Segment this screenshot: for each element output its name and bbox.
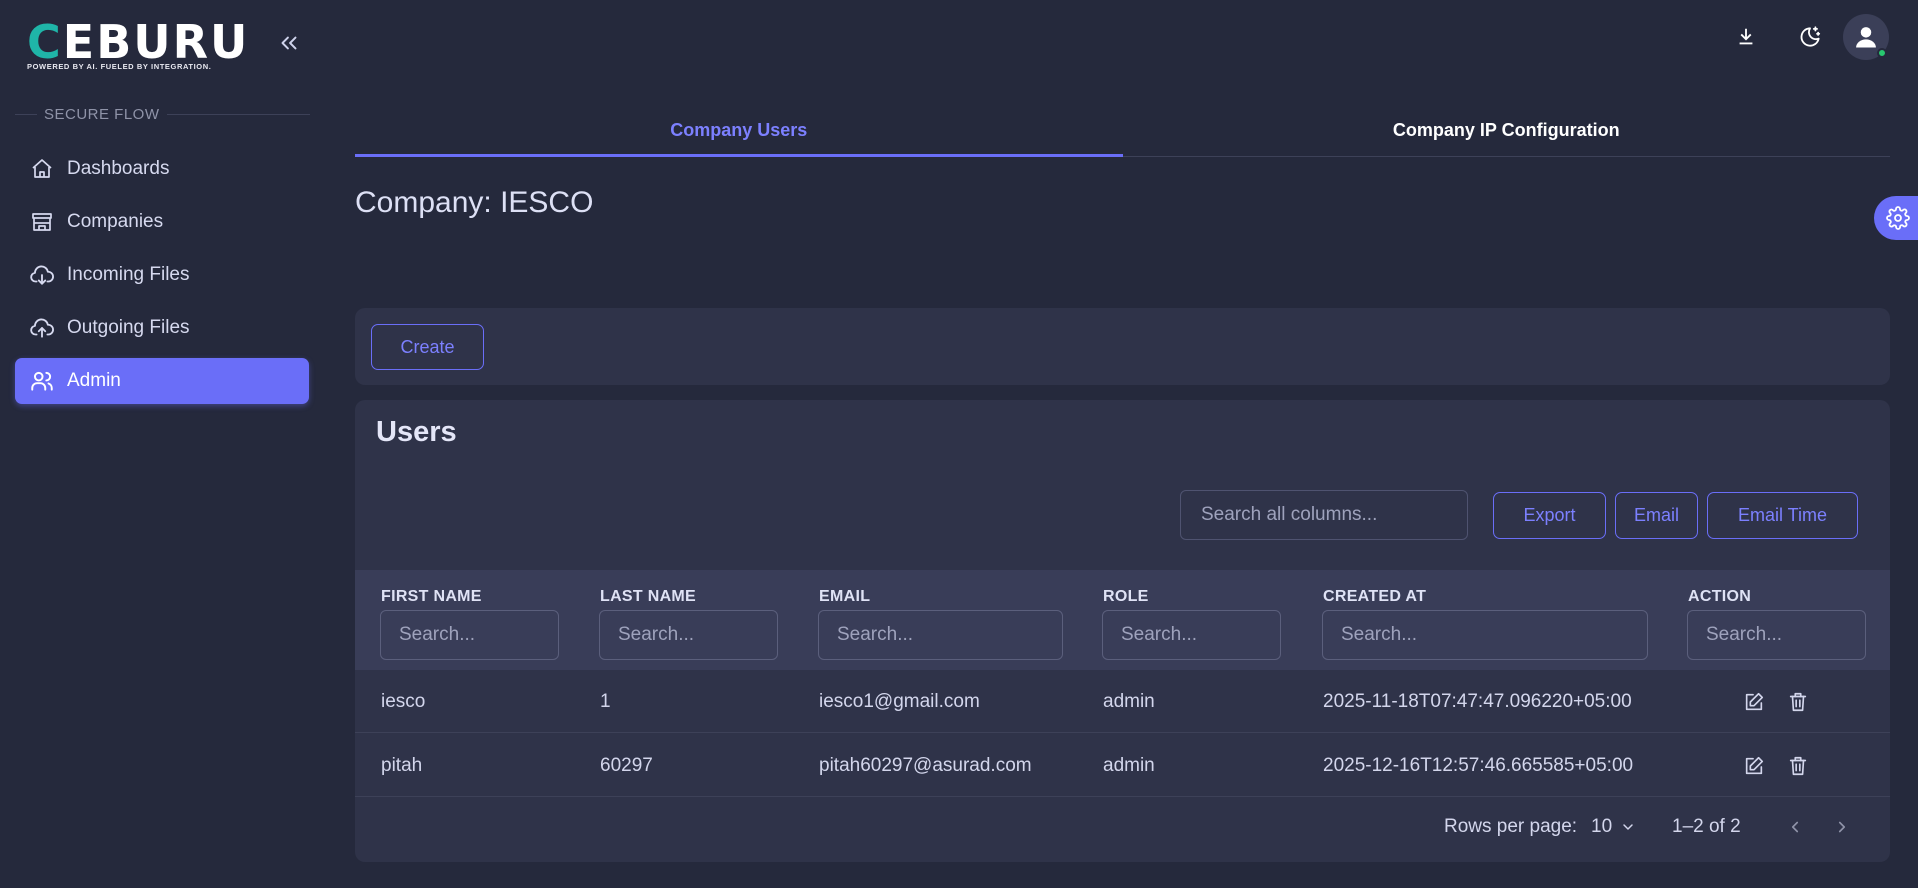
tab-company-ip-configuration[interactable]: Company IP Configuration	[1123, 112, 1891, 156]
search-all-columns-input[interactable]	[1180, 490, 1468, 540]
chevron-left-icon[interactable]	[1782, 814, 1808, 840]
export-button[interactable]: Export	[1493, 492, 1606, 539]
sidebar-item-label: Outgoing Files	[67, 317, 190, 338]
user-avatar[interactable]	[1843, 14, 1889, 60]
settings-gear-icon[interactable]	[1874, 196, 1918, 240]
cell-email: pitah60297@asurad.com	[819, 755, 1032, 776]
cell-first-name: iesco	[381, 691, 426, 712]
sidebar-nav: Dashboards Companies Incoming Files Outg…	[15, 146, 309, 411]
online-status-dot	[1877, 48, 1887, 58]
sidebar: CEBURU POWERED BY AI. FUELED BY INTEGRAT…	[0, 0, 318, 888]
sidebar-section-label: SECURE FLOW	[15, 106, 310, 123]
pagination-range: 1–2 of 2	[1672, 816, 1741, 837]
sidebar-item-admin[interactable]: Admin	[15, 358, 309, 404]
rows-per-page-select[interactable]: 10	[1591, 816, 1636, 838]
cloud-download-icon	[29, 262, 55, 288]
column-header-first-name[interactable]: FIRST NAME	[381, 588, 482, 606]
table-row: pitah 60297 pitah60297@asurad.com admin …	[355, 734, 1890, 797]
email-time-button[interactable]: Email Time	[1707, 492, 1858, 539]
cell-role: admin	[1103, 691, 1155, 712]
sidebar-item-companies[interactable]: Companies	[15, 199, 309, 245]
email-search-input[interactable]	[818, 610, 1063, 660]
create-card: Create	[355, 308, 1890, 385]
cell-created-at: 2025-11-18T07:47:47.096220+05:00	[1323, 691, 1632, 712]
trash-icon[interactable]	[1786, 690, 1810, 714]
trash-icon[interactable]	[1786, 754, 1810, 778]
sidebar-item-incoming-files[interactable]: Incoming Files	[15, 252, 309, 298]
column-header-role[interactable]: ROLE	[1103, 588, 1149, 606]
rows-per-page-label: Rows per page:	[1444, 816, 1578, 837]
users-card: Users Export Email Email Time FIRST NAME…	[355, 400, 1890, 862]
edit-icon[interactable]	[1742, 690, 1766, 714]
table-row: iesco 1 iesco1@gmail.com admin 2025-11-1…	[355, 670, 1890, 733]
sidebar-item-label: Companies	[67, 211, 164, 232]
cell-last-name: 1	[600, 691, 611, 712]
cloud-upload-icon	[29, 315, 55, 341]
rows-per-page-value: 10	[1591, 816, 1613, 837]
dark-mode-icon[interactable]	[1795, 22, 1825, 52]
column-header-email[interactable]: EMAIL	[819, 588, 870, 606]
sidebar-item-label: Incoming Files	[67, 264, 190, 285]
cell-role: admin	[1103, 755, 1155, 776]
first-name-search-input[interactable]	[380, 610, 559, 660]
column-header-action: ACTION	[1688, 588, 1752, 605]
cell-email: iesco1@gmail.com	[819, 691, 980, 712]
home-icon	[29, 156, 55, 182]
sidebar-item-label: Admin	[67, 370, 121, 391]
role-search-input[interactable]	[1102, 610, 1281, 660]
download-icon[interactable]	[1731, 22, 1761, 52]
users-title: Users	[376, 416, 457, 448]
sidebar-item-outgoing-files[interactable]: Outgoing Files	[15, 305, 309, 351]
create-button[interactable]: Create	[371, 324, 484, 370]
table-pagination: Rows per page: 10 1–2 of 2	[355, 798, 1890, 854]
column-header-created-at[interactable]: CREATED AT	[1323, 588, 1426, 606]
collapse-sidebar-icon[interactable]	[276, 30, 302, 56]
edit-icon[interactable]	[1742, 754, 1766, 778]
cell-first-name: pitah	[381, 755, 423, 776]
table-header: FIRST NAME LAST NAME EMAIL ROLE CREATED …	[355, 570, 1890, 670]
users-icon	[29, 368, 55, 394]
store-icon	[29, 209, 55, 235]
created-at-search-input[interactable]	[1322, 610, 1648, 660]
ceburu-logo[interactable]: CEBURU POWERED BY AI. FUELED BY INTEGRAT…	[27, 15, 250, 71]
column-header-last-name[interactable]: LAST NAME	[600, 588, 696, 606]
cell-last-name: 60297	[600, 755, 653, 776]
tab-company-users[interactable]: Company Users	[355, 112, 1123, 157]
logo-wordmark: CEBURU	[27, 15, 250, 69]
page-title: Company: IESCO	[355, 186, 594, 219]
sidebar-item-label: Dashboards	[67, 158, 170, 179]
chevron-right-icon[interactable]	[1829, 814, 1855, 840]
chevron-down-icon	[1620, 819, 1636, 835]
cell-created-at: 2025-12-16T12:57:46.665585+05:00	[1323, 755, 1634, 776]
sidebar-item-dashboards[interactable]: Dashboards	[15, 146, 309, 192]
action-search-input[interactable]	[1687, 610, 1866, 660]
tab-bar: Company Users Company IP Configuration	[355, 112, 1890, 157]
last-name-search-input[interactable]	[599, 610, 778, 660]
email-button[interactable]: Email	[1615, 492, 1698, 539]
